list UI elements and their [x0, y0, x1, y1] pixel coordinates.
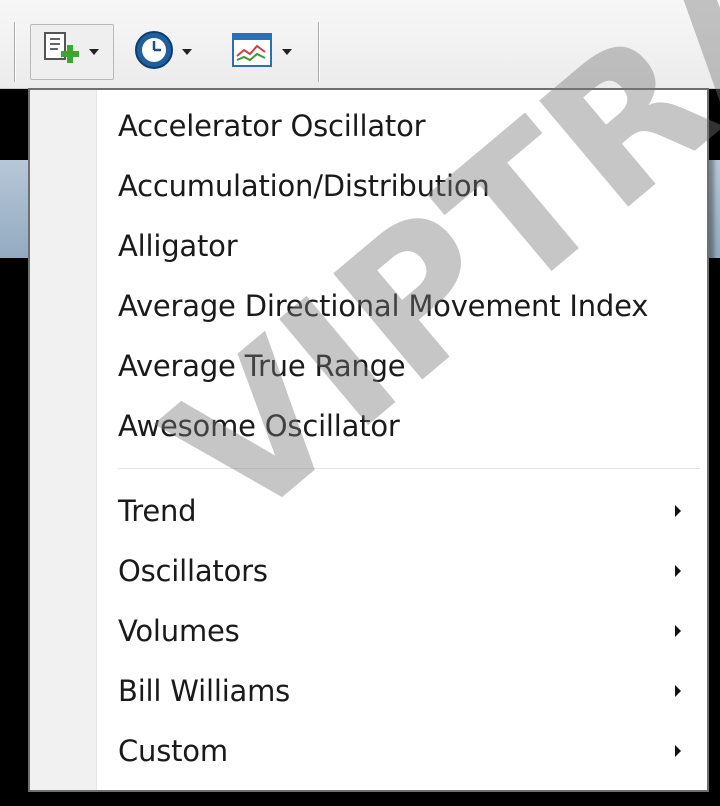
menu-item-label: Accumulation/Distribution — [118, 169, 490, 203]
menu-item-awesome-oscillator[interactable]: Awesome Oscillator — [96, 398, 707, 454]
submenu-label: Oscillators — [118, 554, 268, 588]
menu-item-accelerator-oscillator[interactable]: Accelerator Oscillator — [96, 98, 707, 154]
submenu-arrow-icon — [675, 565, 681, 577]
submenu-label: Bill Williams — [118, 674, 291, 708]
dropdown-caret-icon — [89, 49, 99, 55]
indicators-button[interactable] — [230, 24, 310, 80]
submenu-oscillators[interactable]: Oscillators — [96, 543, 707, 599]
indicators-menu: Accelerator Oscillator Accumulation/Dist… — [28, 88, 709, 792]
submenu-label: Volumes — [118, 614, 240, 648]
clock-icon — [132, 28, 176, 76]
new-chart-icon — [41, 29, 83, 75]
submenu-arrow-icon — [675, 685, 681, 697]
menu-item-label: Alligator — [118, 229, 238, 263]
menu-item-average-directional-movement-index[interactable]: Average Directional Movement Index — [96, 278, 707, 334]
menu-item-label: Accelerator Oscillator — [118, 109, 426, 143]
menu-icon-gutter — [30, 90, 97, 790]
submenu-volumes[interactable]: Volumes — [96, 603, 707, 659]
dropdown-caret-icon — [182, 49, 192, 55]
new-chart-button[interactable] — [30, 24, 114, 80]
toolbar — [0, 0, 720, 89]
toolbar-separator — [14, 22, 16, 82]
menu-separator — [118, 468, 700, 470]
periodicity-button[interactable] — [132, 24, 212, 80]
submenu-custom[interactable]: Custom — [96, 723, 707, 779]
menu-item-label: Awesome Oscillator — [118, 409, 400, 443]
menu-item-average-true-range[interactable]: Average True Range — [96, 338, 707, 394]
toolbar-separator — [318, 22, 320, 82]
submenu-label: Custom — [118, 734, 228, 768]
menu-item-label: Average Directional Movement Index — [118, 289, 649, 323]
submenu-arrow-icon — [675, 505, 681, 517]
menu-item-label: Average True Range — [118, 349, 406, 383]
indicators-chart-icon — [230, 30, 276, 74]
submenu-arrow-icon — [675, 745, 681, 757]
dropdown-caret-icon — [282, 49, 292, 55]
submenu-bill-williams[interactable]: Bill Williams — [96, 663, 707, 719]
menu-item-accumulation-distribution[interactable]: Accumulation/Distribution — [96, 158, 707, 214]
submenu-arrow-icon — [675, 625, 681, 637]
submenu-trend[interactable]: Trend — [96, 483, 707, 539]
menu-item-alligator[interactable]: Alligator — [96, 218, 707, 274]
submenu-label: Trend — [118, 494, 197, 528]
